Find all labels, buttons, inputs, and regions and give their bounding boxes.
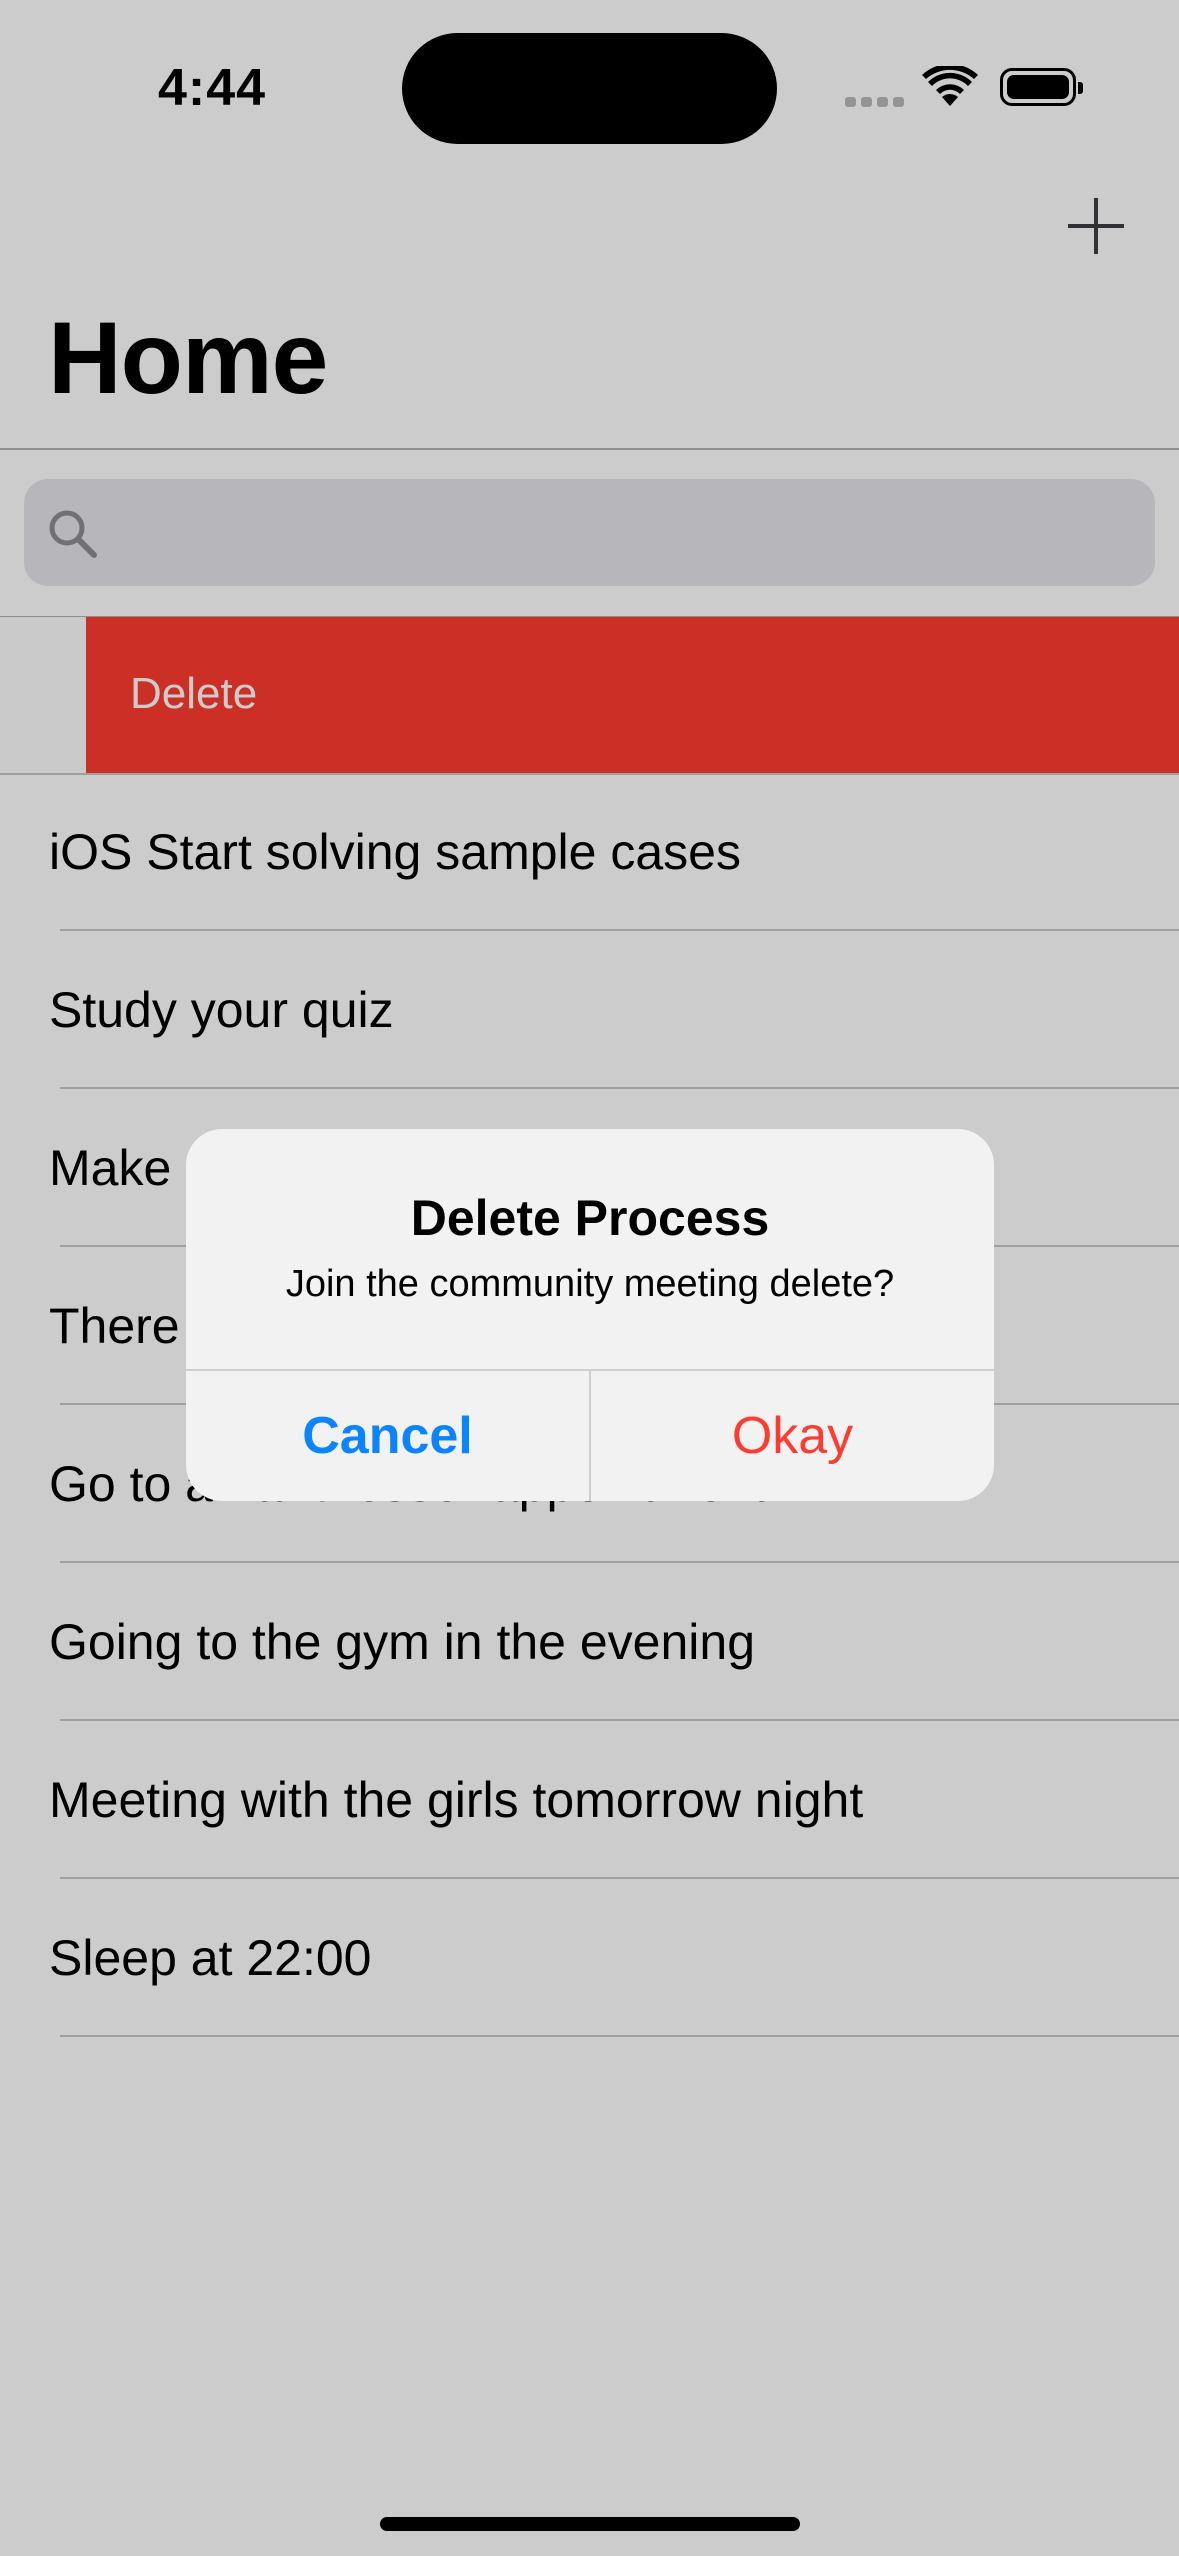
okay-button[interactable]: Okay — [591, 1371, 994, 1501]
alert-message: Join the community meeting delete? — [285, 1263, 895, 1305]
alert-title: Delete Process — [410, 1190, 770, 1246]
screen: 4:44 Home Delete iOS Start solving sampl… — [0, 0, 1179, 2556]
alert-dialog: Delete Process Join the community meetin… — [186, 1129, 994, 1501]
cancel-button[interactable]: Cancel — [186, 1371, 589, 1501]
